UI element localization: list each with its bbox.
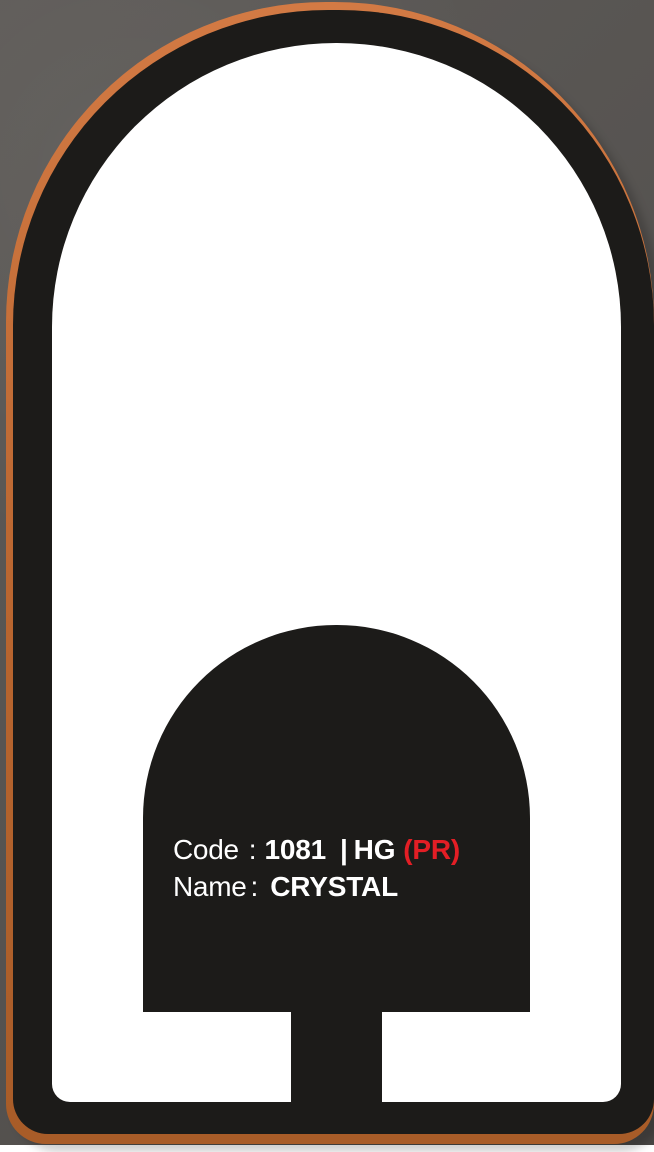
name-value: CRYSTAL	[270, 871, 398, 902]
code-suffix: HG	[353, 834, 396, 865]
code-row: Code:1081 | HG (PR)	[173, 831, 533, 868]
product-label: Code:1081 | HG (PR) Name: CRYSTAL	[173, 831, 533, 905]
code-tag: (PR)	[403, 834, 461, 865]
name-row: Name: CRYSTAL	[173, 868, 533, 905]
code-number: 1081	[264, 834, 327, 865]
code-separator: :	[248, 834, 257, 865]
label-panel	[143, 625, 530, 1012]
code-pipe: |	[340, 834, 348, 865]
name-key: Name	[173, 871, 247, 902]
cutout-foot-right	[382, 1012, 530, 1102]
cutout-foot-left	[143, 1012, 291, 1102]
name-separator: :	[250, 871, 259, 902]
panel-stem	[291, 1012, 382, 1107]
code-key: Code	[173, 834, 239, 865]
